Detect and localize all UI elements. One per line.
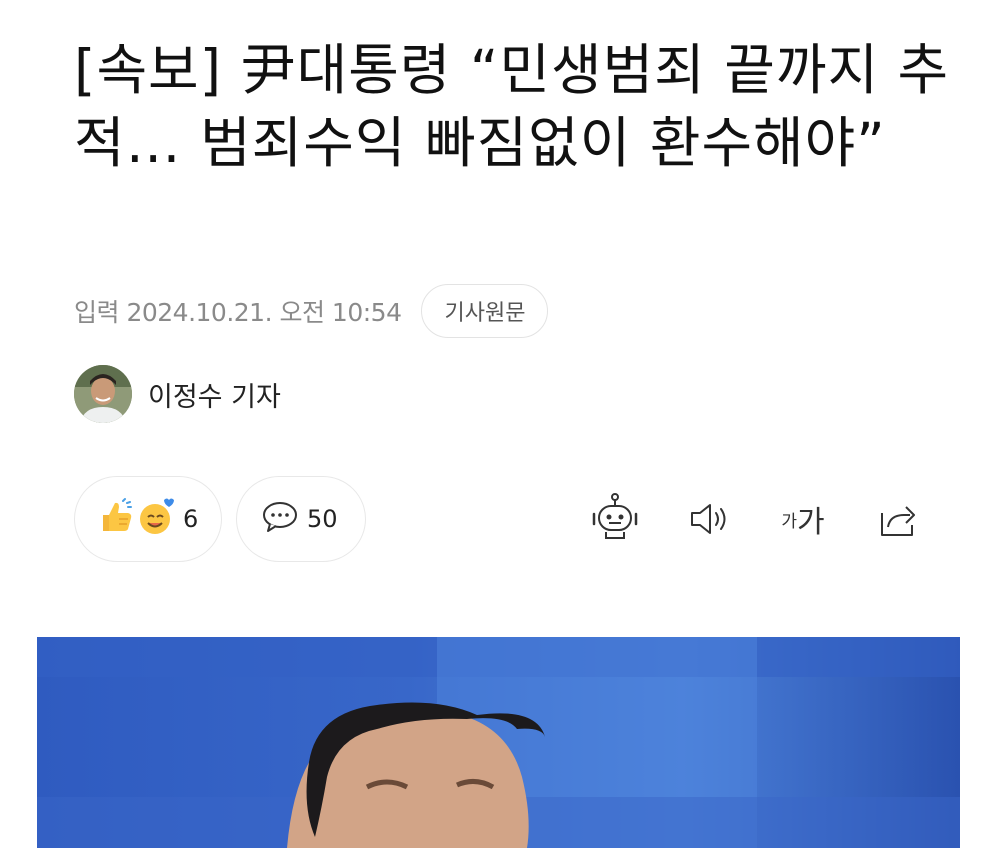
font-size-icon[interactable]: 가가 [776,492,830,546]
original-article-button[interactable]: 기사원문 [421,284,549,338]
comment-count: 50 [307,505,338,533]
font-size-large-label: 가 [797,505,825,540]
share-icon[interactable] [870,492,924,546]
reporter-name: 이정수 기자 [148,381,281,413]
speaker-icon[interactable] [682,492,736,546]
comment-button[interactable]: 50 [236,476,366,562]
thumbs-up-icon [97,497,137,541]
article-tools: 가가 [548,492,924,546]
article-headline: [속보] 尹대통령 “민생범죄 끝까지 추적… 범죄수익 빠짐없이 환수해야” [74,38,950,175]
article-photo [37,637,960,848]
reaction-button[interactable]: 6 [74,476,222,562]
font-size-small-label: 가 [781,511,798,532]
speech-bubble-icon [261,500,299,538]
reaction-count: 6 [183,505,199,533]
published-date: 입력 2024.10.21. 오전 10:54 [74,298,402,327]
robot-summary-icon[interactable] [588,492,642,546]
smiling-face-icon [137,497,175,541]
reporter-avatar [74,365,132,423]
action-bar: 6 50 가 가 [74,476,924,562]
article-meta: 입력 2024.10.21. 오전 10:54 기사원문 [74,283,549,339]
reporter-byline[interactable]: 이정수 기자 [74,365,281,423]
